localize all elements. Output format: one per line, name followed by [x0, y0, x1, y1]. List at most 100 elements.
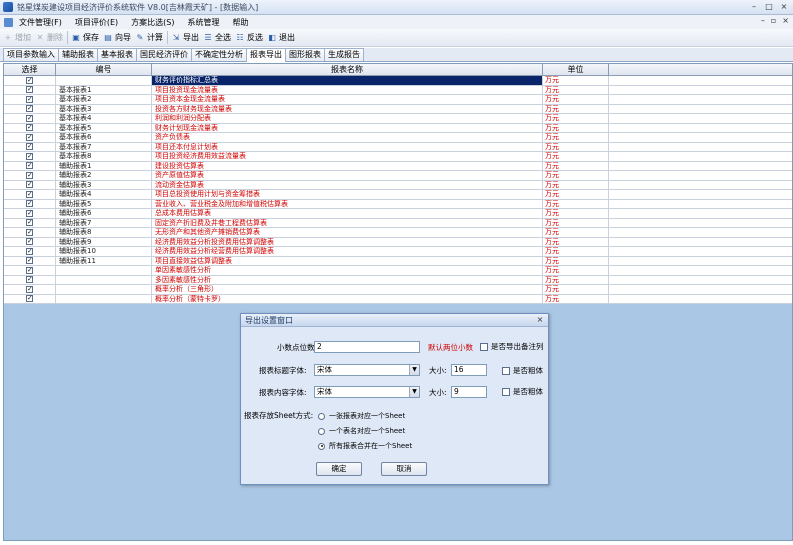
child-restore-button[interactable]: ▫ — [771, 16, 776, 25]
table-row[interactable]: ✓ 财务评价指标汇总表 万元 — [4, 76, 792, 86]
table-row[interactable]: ✓ 辅助报表4 项目总投资使用计划与资金筹措表 万元 — [4, 190, 792, 200]
bold-checkbox[interactable]: 是否粗体 — [502, 365, 543, 376]
chevron-down-icon[interactable]: ▼ — [409, 365, 419, 375]
table-row[interactable]: ✓ 基本报表2 项目资本金现金流量表 万元 — [4, 95, 792, 105]
row-checkbox[interactable]: ✓ — [26, 124, 33, 132]
toolbar-button-add[interactable]: + 增加 — [3, 31, 31, 45]
tab-3[interactable]: 国民经济评价 — [136, 48, 192, 61]
table-row[interactable]: ✓ 辅助报表7 固定资产折旧费及井巷工程费估算表 万元 — [4, 218, 792, 228]
table-row[interactable]: ✓ 辅助报表6 总成本费用估算表 万元 — [4, 209, 792, 219]
maximize-button[interactable]: □ — [762, 1, 776, 13]
ok-button[interactable]: 确定 — [316, 462, 362, 476]
toolbar-button-delete[interactable]: ✕ 删除 — [35, 31, 63, 45]
minimize-button[interactable]: – — [747, 1, 761, 13]
table-row[interactable]: ✓ 辅助报表10 经济费用效益分析经营费用估算调整表 万元 — [4, 247, 792, 257]
table-row[interactable]: ✓ 基本报表5 财务计划现金流量表 万元 — [4, 123, 792, 133]
toolbar-button-calculate[interactable]: ✎ 计算 — [135, 31, 163, 45]
row-checkbox[interactable]: ✓ — [26, 181, 33, 189]
row-checkbox[interactable]: ✓ — [26, 285, 33, 293]
content-size-input[interactable]: 9 — [451, 386, 487, 398]
tab-2[interactable]: 基本报表 — [97, 48, 137, 61]
table-row[interactable]: ✓ 辅助报表3 流动资金估算表 万元 — [4, 180, 792, 190]
sheet-option-per-report[interactable]: 一张报表对应一个Sheet — [318, 411, 405, 421]
row-checkbox[interactable]: ✓ — [26, 209, 33, 217]
menu-scheme-comparison[interactable]: 方案比选(S) — [131, 17, 174, 28]
toolbar-button-export[interactable]: ⇲ 导出 — [171, 31, 199, 45]
title-size-input[interactable]: 16 — [451, 364, 487, 376]
toolbar-button-wizard[interactable]: ▤ 向导 — [103, 31, 131, 45]
menu-help[interactable]: 帮助 — [232, 17, 248, 28]
tab-7[interactable]: 生成报告 — [324, 48, 364, 61]
table-row[interactable]: ✓ 基本报表7 项目还本付息计划表 万元 — [4, 142, 792, 152]
row-checkbox[interactable]: ✓ — [26, 143, 33, 151]
border-checkbox[interactable]: 是否粗体 — [502, 386, 543, 397]
table-row[interactable]: ✓ 单因素敏感性分析 万元 — [4, 266, 792, 276]
table-row[interactable]: ✓ 辅助报表1 建设投资估算表 万元 — [4, 161, 792, 171]
toolbar-button-label: 增加 — [15, 33, 31, 42]
table-row[interactable]: ✓ 基本报表1 项目投资现金流量表 万元 — [4, 85, 792, 95]
toolbar-button-label: 反选 — [247, 33, 263, 42]
row-checkbox[interactable]: ✓ — [26, 95, 33, 103]
table-row[interactable]: ✓ 概率分析（三角形） 万元 — [4, 285, 792, 295]
menu-project-evaluation[interactable]: 项目评价(E) — [75, 17, 118, 28]
chevron-down-icon[interactable]: ▼ — [409, 387, 419, 397]
content-font-select[interactable]: 宋体 ▼ — [314, 386, 420, 398]
menu-file[interactable]: 文件管理(F) — [19, 17, 62, 28]
export-remark-checkbox[interactable]: 是否导出备注列 — [480, 341, 544, 352]
row-checkbox[interactable]: ✓ — [26, 238, 33, 246]
header-select[interactable]: 选择 — [4, 64, 56, 75]
header-unit[interactable]: 单位 — [543, 64, 609, 75]
table-row[interactable]: ✓ 基本报表6 资产负债表 万元 — [4, 133, 792, 143]
row-checkbox[interactable]: ✓ — [26, 76, 33, 84]
tab-1[interactable]: 辅助报表 — [58, 48, 98, 61]
table-row[interactable]: ✓ 基本报表8 项目投资经济费用效益流量表 万元 — [4, 152, 792, 162]
row-checkbox[interactable]: ✓ — [26, 133, 33, 141]
tab-5[interactable]: 报表导出 — [246, 48, 286, 62]
row-checkbox[interactable]: ✓ — [26, 295, 33, 303]
table-row[interactable]: ✓ 基本报表3 投资各方财务现金流量表 万元 — [4, 104, 792, 114]
header-code[interactable]: 编号 — [56, 64, 152, 75]
toolbar-button-invert-selection[interactable]: ☷ 反选 — [235, 31, 263, 45]
table-row[interactable]: ✓ 辅助报表11 项目直接效益估算调整表 万元 — [4, 256, 792, 266]
title-font-select[interactable]: 宋体 ▼ — [314, 364, 420, 376]
table-row[interactable]: ✓ 辅助报表5 营业收入、营业税金及附加和增值税估算表 万元 — [4, 199, 792, 209]
dialog-title-bar[interactable]: 导出设置窗口 × — [241, 314, 548, 327]
dialog-close-icon[interactable]: × — [535, 314, 545, 326]
decimal-input[interactable]: 2 — [314, 341, 420, 353]
row-checkbox[interactable]: ✓ — [26, 219, 33, 227]
row-checkbox[interactable]: ✓ — [26, 162, 33, 170]
row-checkbox[interactable]: ✓ — [26, 105, 33, 113]
sheet-option-merged[interactable]: 所有报表合并在一个Sheet — [318, 441, 412, 451]
child-minimize-button[interactable]: – — [761, 16, 765, 25]
cancel-button[interactable]: 取消 — [381, 462, 427, 476]
row-checkbox[interactable]: ✓ — [26, 266, 33, 274]
tab-6[interactable]: 图形报表 — [285, 48, 325, 61]
row-checkbox[interactable]: ✓ — [26, 247, 33, 255]
child-close-button[interactable]: × — [782, 16, 789, 25]
tab-0[interactable]: 项目参数输入 — [3, 48, 59, 61]
header-name[interactable]: 报表名称 — [152, 64, 543, 75]
table-row[interactable]: ✓ 基本报表4 利润和利润分配表 万元 — [4, 114, 792, 124]
toolbar-button-save[interactable]: ▣ 保存 — [71, 31, 99, 45]
row-checkbox[interactable]: ✓ — [26, 276, 33, 284]
table-row[interactable]: ✓ 辅助报表8 无形资产和其他资产摊销费估算表 万元 — [4, 228, 792, 238]
table-row[interactable]: ✓ 概率分析（蒙特卡罗） 万元 — [4, 294, 792, 304]
toolbar-button-exit[interactable]: ◧ 退出 — [267, 31, 295, 45]
sheet-option-per-name[interactable]: 一个表名对应一个Sheet — [318, 426, 405, 436]
row-checkbox[interactable]: ✓ — [26, 114, 33, 122]
table-row[interactable]: ✓ 辅助报表9 经济费用效益分析投资费用估算调整表 万元 — [4, 237, 792, 247]
row-checkbox[interactable]: ✓ — [26, 190, 33, 198]
code-cell: 基本报表2 — [56, 95, 152, 104]
menu-system[interactable]: 系统管理 — [187, 17, 219, 28]
row-checkbox[interactable]: ✓ — [26, 152, 33, 160]
row-checkbox[interactable]: ✓ — [26, 171, 33, 179]
close-button[interactable]: × — [777, 1, 791, 13]
tab-4[interactable]: 不确定性分析 — [191, 48, 247, 61]
toolbar-button-select-all[interactable]: ☰ 全选 — [203, 31, 231, 45]
row-checkbox[interactable]: ✓ — [26, 86, 33, 94]
table-row[interactable]: ✓ 多因素敏感性分析 万元 — [4, 275, 792, 285]
row-checkbox[interactable]: ✓ — [26, 257, 33, 265]
row-checkbox[interactable]: ✓ — [26, 200, 33, 208]
row-checkbox[interactable]: ✓ — [26, 228, 33, 236]
table-row[interactable]: ✓ 辅助报表2 资产原值估算表 万元 — [4, 171, 792, 181]
